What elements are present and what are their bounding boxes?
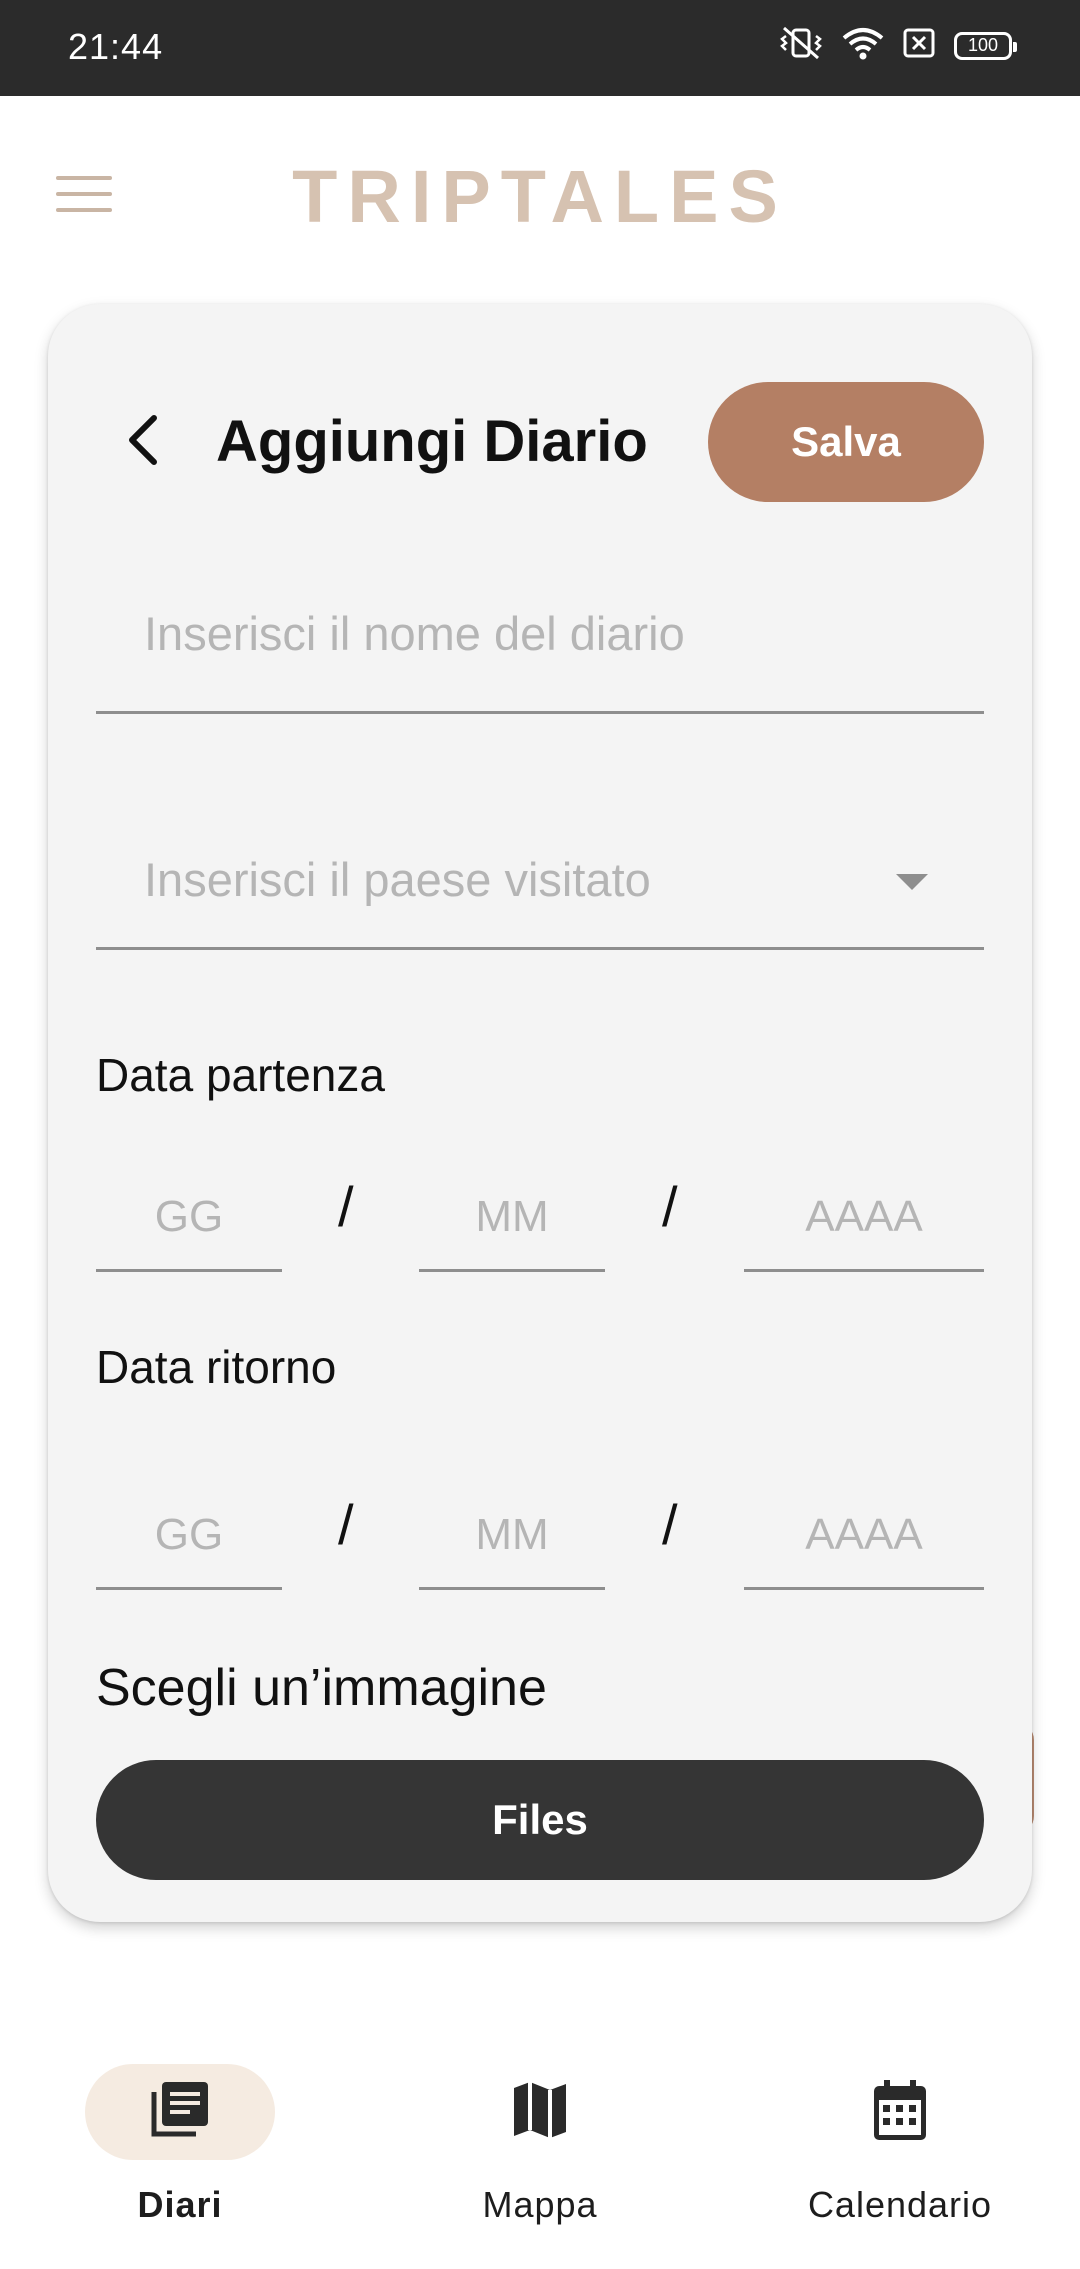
save-button[interactable]: Salva — [708, 382, 984, 502]
diary-name-placeholder: Inserisci il nome del diario — [144, 607, 685, 660]
bottom-navigation: Diari Mappa Calendario — [0, 2040, 1080, 2269]
nav-active-indicator — [85, 2064, 275, 2160]
diaries-icon — [148, 2078, 212, 2147]
return-date-label: Data ritorno — [96, 1341, 337, 1393]
departure-date-label: Data partenza — [96, 1049, 385, 1101]
return-month-input[interactable]: MM — [419, 1510, 605, 1590]
map-icon — [510, 2078, 570, 2147]
vibrate-mute-icon — [778, 26, 824, 65]
choose-image-label: Scegli un’immagine — [96, 1659, 547, 1717]
top-app-bar: TRIPTALES — [0, 96, 1080, 296]
files-button[interactable]: Files — [96, 1760, 984, 1880]
date-separator: / — [338, 1493, 354, 1556]
add-diary-card: Aggiungi Diario Salva Inserisci il nome … — [48, 304, 1032, 1922]
status-icons: 100 — [778, 26, 1017, 65]
departure-day-input[interactable]: GG — [96, 1192, 282, 1272]
nav-label-calendario: Calendario — [807, 2184, 993, 2225]
nav-icon-container — [445, 2064, 635, 2160]
wifi-icon — [842, 26, 884, 65]
nav-item-mappa[interactable]: Mappa — [410, 2064, 670, 2264]
dropdown-arrow-icon — [896, 874, 928, 890]
return-year-input[interactable]: AAAA — [744, 1510, 984, 1590]
status-time: 21:44 — [68, 26, 164, 67]
calendar-icon — [870, 2078, 930, 2147]
date-separator: / — [662, 1493, 678, 1556]
sim-blocked-icon — [902, 27, 936, 64]
nav-label-diari: Diari — [137, 2184, 223, 2225]
back-arrow-icon[interactable] — [118, 410, 168, 470]
page-title: Aggiungi Diario — [216, 409, 648, 474]
status-bar: 21:44 100 — [0, 0, 1080, 96]
departure-month-input[interactable]: MM — [419, 1192, 605, 1272]
nav-icon-container — [805, 2064, 995, 2160]
departure-year-input[interactable]: AAAA — [744, 1192, 984, 1272]
date-separator: / — [338, 1175, 354, 1238]
nav-item-calendario[interactable]: Calendario — [770, 2064, 1030, 2264]
nav-label-mappa: Mappa — [482, 2184, 598, 2225]
return-day-input[interactable]: GG — [96, 1510, 282, 1590]
app-brand-title: TRIPTALES — [292, 155, 788, 238]
date-separator: / — [662, 1175, 678, 1238]
country-placeholder: Inserisci il paese visitato — [144, 853, 651, 906]
country-select[interactable]: Inserisci il paese visitato — [96, 794, 984, 950]
diary-name-input[interactable]: Inserisci il nome del diario — [96, 564, 984, 714]
battery-icon: 100 — [954, 31, 1017, 60]
nav-item-diari[interactable]: Diari — [50, 2064, 310, 2264]
